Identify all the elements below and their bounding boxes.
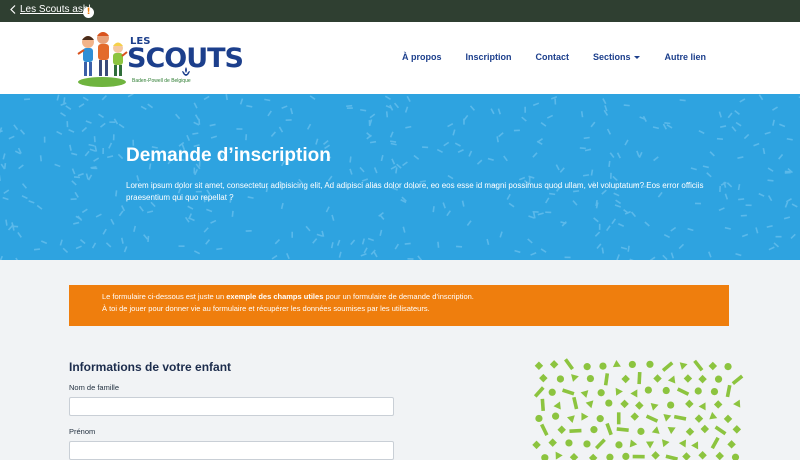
first-name-label: Prénom	[69, 427, 96, 436]
alert-line-1: Le formulaire ci-dessous est juste un ex…	[102, 291, 729, 303]
nav-item-label: Contact	[535, 52, 569, 62]
logo-subtitle: Baden-Powell de Belgique	[132, 78, 191, 84]
alert-line-2: À toi de jouer pour donner vie au formul…	[102, 304, 430, 313]
hero-description: Lorem ipsum dolor sit amet, consectetur …	[126, 181, 704, 202]
top-bar: Les Scouts asbl	[0, 0, 800, 22]
back-link-label: Les Scouts asbl	[20, 4, 91, 15]
fleur-de-lis-icon	[182, 67, 190, 76]
nav-item-label: Inscription	[465, 52, 512, 62]
last-name-label: Nom de famille	[69, 383, 120, 392]
alert-bold-text: exemple des champs utiles	[226, 292, 324, 301]
scouts-mascots-illustration	[77, 32, 128, 87]
alert-text: Le formulaire ci-dessous est juste un	[102, 292, 227, 301]
hero-banner: Demande d’inscription Lorem ipsum dolor …	[0, 94, 800, 260]
nav-item-label: Sections	[592, 52, 631, 62]
site-header: LES SCOUTS Baden-Powell de Belgique À pr…	[0, 22, 800, 94]
nav-item-sections[interactable]: Sections	[593, 52, 641, 62]
page-title: Demande d’inscription	[126, 145, 331, 166]
nav-item-autre-lien[interactable]: Autre lien	[664, 52, 706, 62]
nav-item-contact[interactable]: Contact	[535, 52, 569, 62]
first-name-input[interactable]	[69, 441, 394, 460]
caret-down-icon	[634, 55, 641, 59]
confetti-decoration	[532, 358, 744, 460]
nav-item-label: Autre lien	[664, 52, 706, 62]
exclamation-icon: !	[83, 7, 94, 18]
nav-item-inscription[interactable]: Inscription	[465, 52, 511, 62]
back-link[interactable]: Les Scouts asbl	[10, 4, 91, 15]
nav-item-a-propos[interactable]: À propos	[402, 52, 442, 62]
last-name-input[interactable]	[69, 397, 394, 416]
info-alert: Le formulaire ci-dessous est juste un ex…	[69, 285, 729, 326]
form-section-title: Informations de votre enfant	[69, 360, 232, 374]
main-nav: À propos Inscription Contact Sections Au…	[378, 52, 706, 62]
alert-text: pour un formulaire de demande d’inscript…	[323, 292, 474, 301]
chevron-left-icon	[10, 5, 16, 14]
hero-pattern-decoration	[0, 94, 800, 260]
scouts-logo[interactable]: LES SCOUTS Baden-Powell de Belgique	[76, 30, 244, 88]
nav-item-label: À propos	[401, 52, 442, 62]
